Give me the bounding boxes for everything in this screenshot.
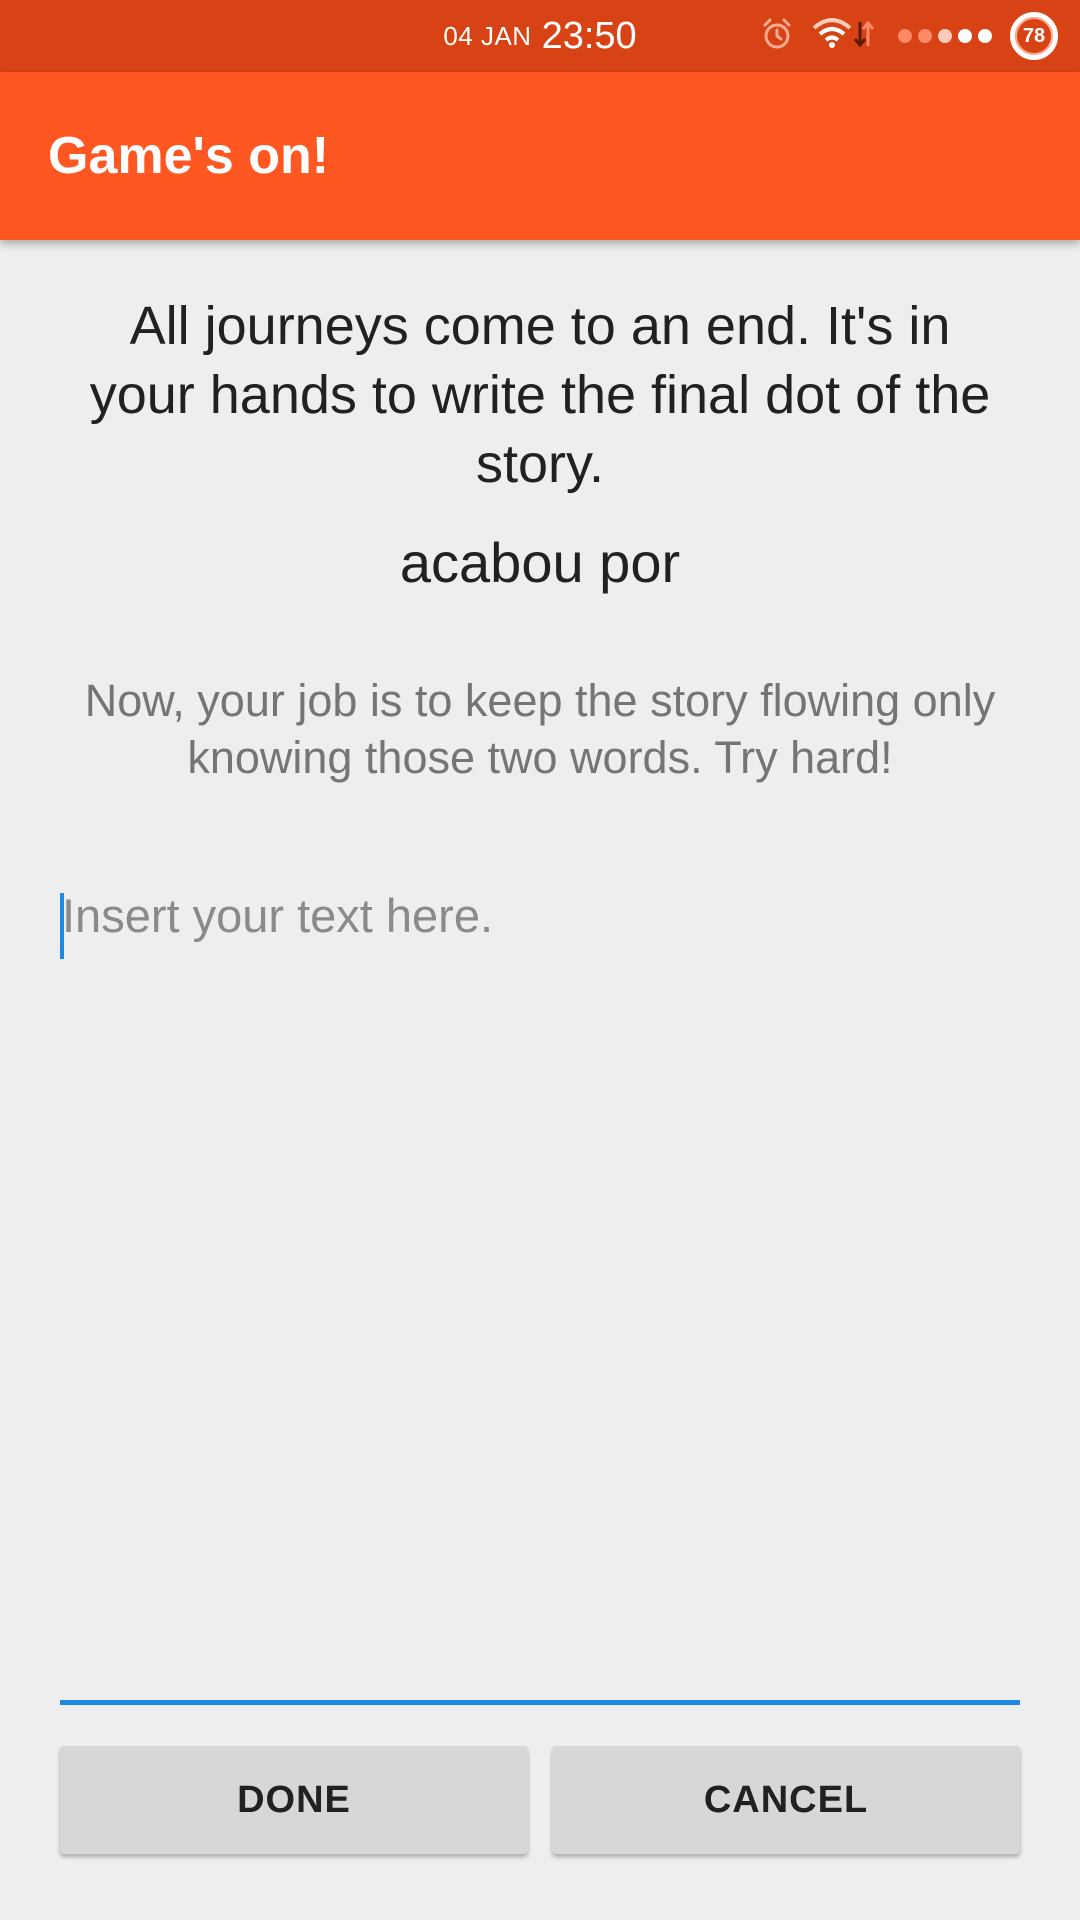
story-prompt: All journeys come to an end. It's in you… <box>89 296 991 494</box>
input-underline <box>60 1700 1020 1705</box>
app-title: Game's on! <box>48 127 330 185</box>
battery-level: 78 <box>1022 24 1046 47</box>
status-time: 23:50 <box>541 14 637 57</box>
battery-icon: 78 <box>1010 12 1058 60</box>
wifi-icon <box>812 17 852 55</box>
clue-words: acabou por <box>399 531 681 594</box>
text-cursor <box>60 893 64 959</box>
story-text-input[interactable] <box>60 886 1020 1706</box>
status-icons: 78 <box>742 0 1058 72</box>
data-arrows-icon <box>853 18 875 55</box>
signal-dots-icon <box>892 29 992 43</box>
done-button[interactable]: DONE <box>60 1746 528 1854</box>
status-bar: 04 JAN 23:50 78 <box>0 0 1080 72</box>
status-date: 04 JAN <box>443 20 532 51</box>
alarm-icon <box>760 17 794 56</box>
app-bar: Game's on! <box>0 72 1080 240</box>
instructions-text: Now, your job is to keep the story flowi… <box>84 675 996 783</box>
cancel-button[interactable]: CANCEL <box>552 1746 1020 1854</box>
